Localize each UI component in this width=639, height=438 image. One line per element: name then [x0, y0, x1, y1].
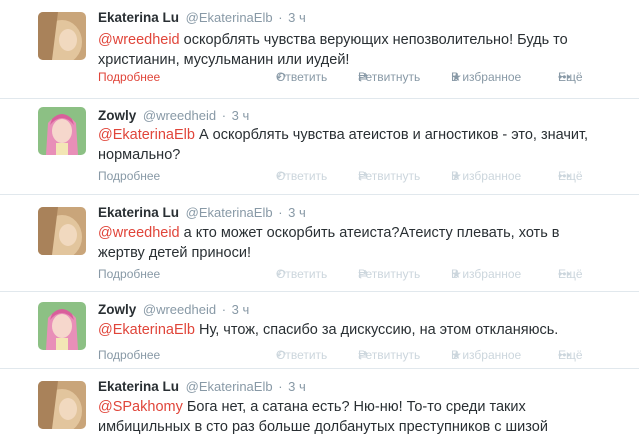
tweet-text: @EkaterinaElb А оскорблять чувства атеис…: [98, 125, 618, 165]
avatar[interactable]: [38, 207, 86, 255]
tweet-text: @SPakhomy Бога нет, а сатана есть? Ню-ню…: [98, 397, 618, 437]
separator-dot: ·: [278, 205, 283, 220]
tweet-text: @wreedheid а кто может оскорбить атеиста…: [98, 223, 618, 263]
tweet: Zowly @wreedheid · 3 ч @EkaterinaElb Ну,…: [0, 292, 639, 368]
author-handle[interactable]: @EkaterinaElb: [186, 10, 273, 25]
author-handle[interactable]: @EkaterinaElb: [186, 379, 273, 394]
reply-label: Ответить: [276, 267, 328, 281]
tweet: Zowly @wreedheid · 3 ч @EkaterinaElb А о…: [0, 99, 639, 194]
separator-dot: ·: [278, 10, 283, 25]
mention-link[interactable]: @SPakhomy: [98, 399, 183, 415]
tweet-text-line1: Бога нет, а сатана есть? Ню-ню! То-то ср…: [182, 399, 526, 415]
tweet-header: Ekaterina Lu @EkaterinaElb · 3 ч: [98, 379, 306, 394]
tweet-header: Zowly @wreedheid · 3 ч: [98, 302, 249, 317]
tweet-text-line1: а кто может оскорбить атеиста?Атеисту пл…: [179, 225, 560, 241]
timestamp[interactable]: 3 ч: [288, 10, 306, 25]
favorite-label: В избранное: [451, 70, 522, 84]
tweet-actions: Подробнее ↶ Ответить ⇄ Ретвитнуть ★ В избра…: [98, 348, 608, 364]
avatar[interactable]: [38, 107, 86, 155]
favorite-label: В избранное: [451, 169, 522, 183]
retweet-label: Ретвитнуть: [358, 267, 421, 281]
tweet-text: @wreedheid оскорблять чувства верующих н…: [98, 30, 618, 70]
tweet-text: @EkaterinaElb Ну, чтож, спасибо за диску…: [98, 320, 618, 340]
author-name[interactable]: Ekaterina Lu: [98, 379, 179, 394]
details-link[interactable]: Подробнее: [98, 169, 160, 183]
tweet-text-line1: оскорблять чувства верующих непозволител…: [179, 32, 568, 48]
retweet-label: Ретвитнуть: [358, 169, 421, 183]
mention-link[interactable]: @EkaterinaElb: [98, 127, 195, 143]
tweet-header: Ekaterina Lu @EkaterinaElb · 3 ч: [98, 205, 306, 220]
avatar[interactable]: [38, 302, 86, 350]
tweet-text-line1: А оскорблять чувства атеистов и агностик…: [194, 127, 589, 143]
reply-label: Ответить: [276, 70, 328, 84]
retweet-label: Ретвитнуть: [358, 70, 421, 84]
author-handle[interactable]: @wreedheid: [143, 108, 216, 123]
timestamp[interactable]: 3 ч: [288, 205, 306, 220]
tweet-actions: Подробнее ↶ Ответить ⇄ Ретвитнуть ★ В избра…: [98, 70, 608, 86]
tweet-text-line2: нормально?: [98, 147, 181, 163]
tweet: Ekaterina Lu @EkaterinaElb · 3 ч @SPakho…: [0, 369, 639, 438]
mention-link[interactable]: @wreedheid: [98, 225, 180, 241]
avatar[interactable]: [38, 12, 86, 60]
reply-label: Ответить: [276, 169, 328, 183]
tweet-header: Ekaterina Lu @EkaterinaElb · 3 ч: [98, 10, 306, 25]
details-link[interactable]: Подробнее: [98, 70, 160, 84]
tweet: Ekaterina Lu @EkaterinaElb · 3 ч @wreedh…: [0, 195, 639, 291]
mention-link[interactable]: @EkaterinaElb: [98, 322, 195, 338]
separator-dot: ·: [221, 108, 227, 123]
details-link[interactable]: Подробнее: [98, 348, 160, 362]
avatar[interactable]: [38, 381, 86, 429]
retweet-label: Ретвитнуть: [358, 348, 421, 362]
tweet-text-line2: христианин, мусульманин или иудей!: [98, 52, 350, 68]
separator-dot: ·: [221, 302, 227, 317]
more-label: Ещё: [558, 70, 583, 84]
tweet: Ekaterina Lu @EkaterinaElb · 3 ч @wreedh…: [0, 0, 639, 98]
author-name[interactable]: Zowly: [98, 108, 136, 123]
reply-label: Ответить: [276, 348, 328, 362]
tweet-text-line2: имбицильных в сто раз больше долбанутых …: [98, 419, 548, 435]
tweet-header: Zowly @wreedheid · 3 ч: [98, 108, 249, 123]
favorite-label: В избранное: [451, 267, 522, 281]
separator-dot: ·: [278, 379, 283, 394]
more-label: Ещё: [558, 348, 583, 362]
tweet-text-line2: жертву детей приноси!: [98, 245, 251, 261]
author-name[interactable]: Ekaterina Lu: [98, 205, 179, 220]
more-label: Ещё: [558, 169, 583, 183]
tweet-actions: Подробнее ↶ Ответить ⇄ Ретвитнуть ★ В избра…: [98, 267, 608, 283]
timestamp[interactable]: 3 ч: [288, 379, 306, 394]
favorite-label: В избранное: [451, 348, 522, 362]
timestamp[interactable]: 3 ч: [232, 108, 250, 123]
author-name[interactable]: Ekaterina Lu: [98, 10, 179, 25]
author-name[interactable]: Zowly: [98, 302, 136, 317]
author-handle[interactable]: @wreedheid: [143, 302, 216, 317]
author-handle[interactable]: @EkaterinaElb: [186, 205, 273, 220]
more-label: Ещё: [558, 267, 583, 281]
timestamp[interactable]: 3 ч: [232, 302, 250, 317]
tweet-text-line1: Ну, чтож, спасибо за дискуссию, на этом …: [194, 322, 559, 338]
tweet-actions: Подробнее ↶ Ответить ⇄ Ретвитнуть ★ В избра…: [98, 169, 608, 185]
details-link[interactable]: Подробнее: [98, 267, 160, 281]
mention-link[interactable]: @wreedheid: [98, 32, 180, 48]
